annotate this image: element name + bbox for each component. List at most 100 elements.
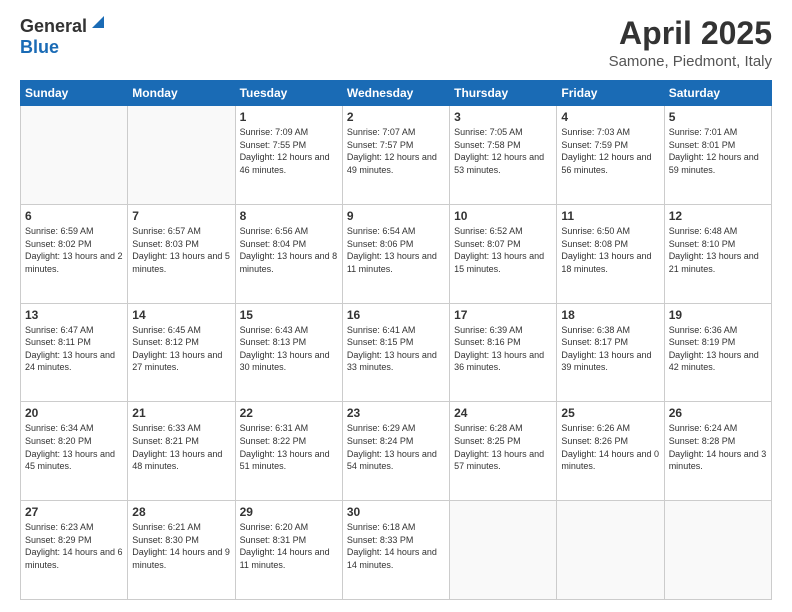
day-info: Sunrise: 6:43 AM Sunset: 8:13 PM Dayligh… [240, 324, 338, 374]
day-number: 14 [132, 308, 230, 322]
day-number: 17 [454, 308, 552, 322]
weekday-header-sunday: Sunday [21, 81, 128, 106]
weekday-header-saturday: Saturday [664, 81, 771, 106]
day-info: Sunrise: 6:28 AM Sunset: 8:25 PM Dayligh… [454, 422, 552, 472]
day-info: Sunrise: 6:24 AM Sunset: 8:28 PM Dayligh… [669, 422, 767, 472]
calendar-cell: 27 Sunrise: 6:23 AM Sunset: 8:29 PM Dayli… [21, 501, 128, 600]
day-number: 30 [347, 505, 445, 519]
calendar-cell [557, 501, 664, 600]
calendar-week-5: 27 Sunrise: 6:23 AM Sunset: 8:29 PM Dayli… [21, 501, 772, 600]
day-number: 7 [132, 209, 230, 223]
calendar-cell: 22 Sunrise: 6:31 AM Sunset: 8:22 PM Dayli… [235, 402, 342, 501]
calendar-cell: 17 Sunrise: 6:39 AM Sunset: 8:16 PM Dayli… [450, 303, 557, 402]
calendar-cell: 3 Sunrise: 7:05 AM Sunset: 7:58 PM Daylig… [450, 106, 557, 205]
calendar-cell [664, 501, 771, 600]
calendar-cell: 1 Sunrise: 7:09 AM Sunset: 7:55 PM Daylig… [235, 106, 342, 205]
calendar-cell: 2Sunrise: 7:07 AM Sunset: 7:57 PM Daylig… [342, 106, 449, 205]
calendar-cell: 10Sunrise: 6:52 AM Sunset: 8:07 PM Dayli… [450, 204, 557, 303]
day-number: 6 [25, 209, 123, 223]
logo-arrow-icon [90, 14, 106, 35]
day-number: 15 [240, 308, 338, 322]
day-info: Sunrise: 6:23 AM Sunset: 8:29 PM Dayligh… [25, 521, 123, 571]
page: General Blue April 2025 Samone, Piedmont… [0, 0, 792, 612]
calendar-cell [21, 106, 128, 205]
calendar-cell: 20 Sunrise: 6:34 AM Sunset: 8:20 PM Dayli… [21, 402, 128, 501]
calendar-cell: 14 Sunrise: 6:45 AM Sunset: 8:12 PM Dayli… [128, 303, 235, 402]
day-number: 25 [561, 406, 659, 420]
day-info: Sunrise: 6:26 AM Sunset: 8:26 PM Dayligh… [561, 422, 659, 472]
day-info: Sunrise: 6:48 AM Sunset: 8:10 PM Dayligh… [669, 225, 767, 275]
calendar-cell: 21 Sunrise: 6:33 AM Sunset: 8:21 PM Dayli… [128, 402, 235, 501]
calendar-cell: 12Sunrise: 6:48 AM Sunset: 8:10 PM Dayli… [664, 204, 771, 303]
day-info: Sunrise: 6:45 AM Sunset: 8:12 PM Dayligh… [132, 324, 230, 374]
calendar-cell [128, 106, 235, 205]
logo: General Blue [20, 16, 106, 58]
day-number: 13 [25, 308, 123, 322]
day-info: Sunrise: 7:03 AM Sunset: 7:59 PM Dayligh… [561, 126, 659, 176]
day-info: Sunrise: 6:29 AM Sunset: 8:24 PM Dayligh… [347, 422, 445, 472]
day-info: Sunrise: 6:50 AM Sunset: 8:08 PM Dayligh… [561, 225, 659, 275]
calendar-cell: 4Sunrise: 7:03 AM Sunset: 7:59 PM Daylig… [557, 106, 664, 205]
day-info: Sunrise: 7:05 AM Sunset: 7:58 PM Dayligh… [454, 126, 552, 176]
calendar-cell: 13 Sunrise: 6:47 AM Sunset: 8:11 PM Dayli… [21, 303, 128, 402]
calendar-cell: 29 Sunrise: 6:20 AM Sunset: 8:31 PM Dayli… [235, 501, 342, 600]
calendar-cell: 5Sunrise: 7:01 AM Sunset: 8:01 PM Daylig… [664, 106, 771, 205]
day-info: Sunrise: 6:57 AM Sunset: 8:03 PM Dayligh… [132, 225, 230, 275]
day-number: 22 [240, 406, 338, 420]
day-number: 9 [347, 209, 445, 223]
day-info: Sunrise: 6:39 AM Sunset: 8:16 PM Dayligh… [454, 324, 552, 374]
calendar-week-2: 6 Sunrise: 6:59 AM Sunset: 8:02 PM Daylig… [21, 204, 772, 303]
day-info: Sunrise: 6:20 AM Sunset: 8:31 PM Dayligh… [240, 521, 338, 571]
day-info: Sunrise: 6:54 AM Sunset: 8:06 PM Dayligh… [347, 225, 445, 275]
day-info: Sunrise: 7:09 AM Sunset: 7:55 PM Dayligh… [240, 126, 338, 176]
day-info: Sunrise: 6:21 AM Sunset: 8:30 PM Dayligh… [132, 521, 230, 571]
day-info: Sunrise: 6:52 AM Sunset: 8:07 PM Dayligh… [454, 225, 552, 275]
calendar-cell: 18 Sunrise: 6:38 AM Sunset: 8:17 PM Dayli… [557, 303, 664, 402]
day-number: 29 [240, 505, 338, 519]
day-info: Sunrise: 6:59 AM Sunset: 8:02 PM Dayligh… [25, 225, 123, 275]
day-number: 27 [25, 505, 123, 519]
day-info: Sunrise: 6:41 AM Sunset: 8:15 PM Dayligh… [347, 324, 445, 374]
calendar-week-1: 1 Sunrise: 7:09 AM Sunset: 7:55 PM Daylig… [21, 106, 772, 205]
day-info: Sunrise: 6:18 AM Sunset: 8:33 PM Dayligh… [347, 521, 445, 571]
calendar-cell: 9 Sunrise: 6:54 AM Sunset: 8:06 PM Daylig… [342, 204, 449, 303]
calendar-cell: 16Sunrise: 6:41 AM Sunset: 8:15 PM Dayli… [342, 303, 449, 402]
day-number: 23 [347, 406, 445, 420]
calendar-cell: 15 Sunrise: 6:43 AM Sunset: 8:13 PM Dayli… [235, 303, 342, 402]
weekday-header-friday: Friday [557, 81, 664, 106]
day-info: Sunrise: 7:01 AM Sunset: 8:01 PM Dayligh… [669, 126, 767, 176]
logo-general-text: General [20, 16, 87, 37]
header: General Blue April 2025 Samone, Piedmont… [20, 16, 772, 70]
page-title: April 2025 [609, 16, 772, 51]
day-info: Sunrise: 6:38 AM Sunset: 8:17 PM Dayligh… [561, 324, 659, 374]
day-number: 2 [347, 110, 445, 124]
day-number: 26 [669, 406, 767, 420]
calendar-cell [450, 501, 557, 600]
day-number: 3 [454, 110, 552, 124]
weekday-header-thursday: Thursday [450, 81, 557, 106]
weekday-header-wednesday: Wednesday [342, 81, 449, 106]
day-number: 8 [240, 209, 338, 223]
day-number: 24 [454, 406, 552, 420]
day-info: Sunrise: 6:47 AM Sunset: 8:11 PM Dayligh… [25, 324, 123, 374]
weekday-header-tuesday: Tuesday [235, 81, 342, 106]
page-location: Samone, Piedmont, Italy [609, 53, 772, 70]
day-number: 1 [240, 110, 338, 124]
day-info: Sunrise: 6:34 AM Sunset: 8:20 PM Dayligh… [25, 422, 123, 472]
day-number: 20 [25, 406, 123, 420]
calendar-cell: 19Sunrise: 6:36 AM Sunset: 8:19 PM Dayli… [664, 303, 771, 402]
day-number: 18 [561, 308, 659, 322]
day-info: Sunrise: 6:33 AM Sunset: 8:21 PM Dayligh… [132, 422, 230, 472]
calendar-cell: 28 Sunrise: 6:21 AM Sunset: 8:30 PM Dayli… [128, 501, 235, 600]
calendar-cell: 23 Sunrise: 6:29 AM Sunset: 8:24 PM Dayli… [342, 402, 449, 501]
calendar-cell: 24 Sunrise: 6:28 AM Sunset: 8:25 PM Dayli… [450, 402, 557, 501]
calendar-cell: 11 Sunrise: 6:50 AM Sunset: 8:08 PM Dayli… [557, 204, 664, 303]
calendar-cell: 6 Sunrise: 6:59 AM Sunset: 8:02 PM Daylig… [21, 204, 128, 303]
calendar-cell: 25 Sunrise: 6:26 AM Sunset: 8:26 PM Dayli… [557, 402, 664, 501]
day-number: 21 [132, 406, 230, 420]
calendar-week-3: 13 Sunrise: 6:47 AM Sunset: 8:11 PM Dayli… [21, 303, 772, 402]
day-number: 28 [132, 505, 230, 519]
day-info: Sunrise: 6:31 AM Sunset: 8:22 PM Dayligh… [240, 422, 338, 472]
day-number: 11 [561, 209, 659, 223]
calendar-week-4: 20 Sunrise: 6:34 AM Sunset: 8:20 PM Dayli… [21, 402, 772, 501]
